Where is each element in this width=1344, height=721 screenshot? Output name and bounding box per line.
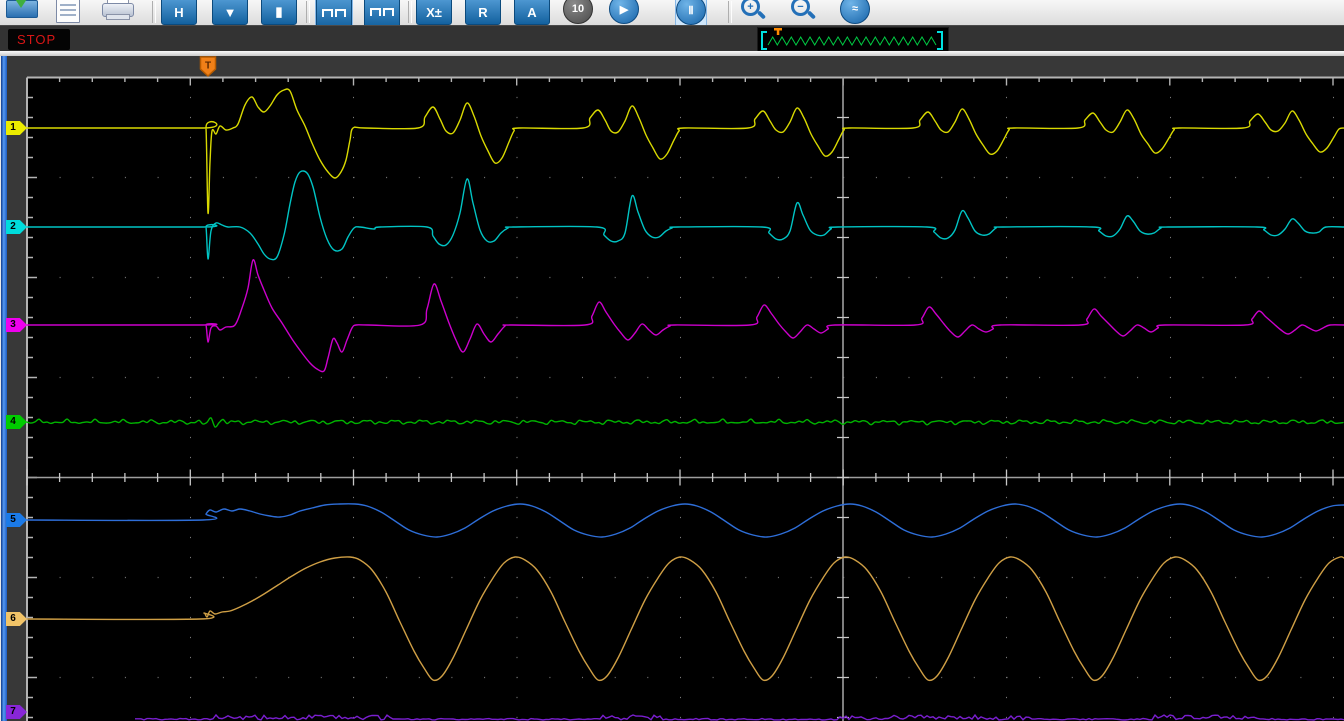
toolbar-separator	[408, 1, 412, 23]
single-view-icon	[316, 0, 352, 26]
trigger-setup-button[interactable]: ▮	[261, 0, 297, 25]
probe-10x-button[interactable]: 10	[563, 0, 593, 25]
channel-6-trace	[27, 557, 1344, 681]
zoom-in-icon: +	[738, 0, 768, 24]
single-view-button[interactable]	[315, 0, 353, 26]
trigger-setup-icon: ▮	[261, 0, 297, 25]
zoom-out-icon: −	[788, 0, 818, 24]
channel-6-flag-label: 6	[6, 612, 20, 626]
toolbar-separator	[306, 1, 310, 23]
multi-view-icon	[364, 0, 400, 26]
vertical-setup-icon: ▼	[212, 0, 248, 25]
preview-waveform	[768, 37, 936, 45]
channel-1-trace	[27, 89, 1344, 214]
horizontal-setup-icon: H	[161, 0, 197, 25]
save-icon	[56, 0, 80, 23]
preview-right-bracket-handle[interactable]	[937, 32, 942, 49]
toolbar-separator	[152, 1, 156, 23]
auto-arrange-icon: ≈	[840, 0, 870, 24]
channel-3-flag-label: 3	[6, 318, 20, 332]
channel-3-trace	[27, 260, 1344, 372]
math-channel-button[interactable]: X±	[416, 0, 452, 25]
auto-arrange-button[interactable]: ≈	[840, 0, 870, 25]
main-toolbar: H ▼ ▮ X± RA 10 ▶ Ⅱ +−≈	[0, 0, 1344, 26]
scope-display-area[interactable]: T 1 2 3 4 5 6 7	[0, 56, 1344, 721]
annotation-icon: A	[514, 0, 550, 25]
probe-10x-icon: 10	[563, 0, 593, 24]
reference-waveform-button[interactable]: R	[465, 0, 501, 25]
vertical-setup-button[interactable]: ▼	[212, 0, 248, 25]
acquisition-status-stop-button[interactable]: STOP	[8, 29, 70, 50]
multi-view-button[interactable]	[364, 0, 400, 25]
oscilloscope-app: { "window": {"width": 1344, "height": 72…	[0, 0, 1344, 721]
preview-trigger-marker-stem	[777, 28, 780, 35]
print-button[interactable]	[100, 0, 134, 25]
open-file-icon	[4, 0, 38, 24]
waveform-canvas[interactable]: T	[0, 56, 1344, 721]
channel-1-flag-label: 1	[6, 121, 20, 135]
zoom-out-button[interactable]: −	[788, 0, 818, 25]
zoom-in-button[interactable]: +	[738, 0, 768, 25]
save-button[interactable]	[56, 0, 80, 25]
channel-7-trace	[135, 715, 1344, 720]
toolbar-separator	[728, 1, 732, 23]
math-channel-icon: X±	[416, 0, 452, 25]
channel-4-flag-label: 4	[6, 415, 20, 429]
stop-label: STOP	[8, 32, 56, 47]
channel-4-trace	[27, 418, 1343, 427]
annotation-button[interactable]: A	[514, 0, 550, 25]
print-icon	[100, 0, 134, 24]
channel-7-flag-label: 7	[6, 705, 20, 719]
graticule-dots	[27, 78, 1334, 718]
status-bar: STOP	[0, 25, 1344, 52]
trigger-overview-waveform	[758, 28, 946, 50]
pause-icon: Ⅱ	[676, 0, 706, 25]
run-icon: ▶	[609, 0, 639, 24]
open-file-button[interactable]	[4, 0, 38, 25]
channel-2-flag-label: 2	[6, 220, 20, 234]
preview-left-bracket-handle[interactable]	[762, 32, 767, 49]
channel-2-trace	[27, 171, 1344, 260]
channel-5-flag-label: 5	[6, 513, 20, 527]
pause-button[interactable]: Ⅱ	[675, 0, 707, 26]
horizontal-setup-button[interactable]: H	[161, 0, 197, 25]
channel-5-trace	[27, 504, 1344, 537]
trigger-marker-label: T	[205, 61, 211, 72]
reference-waveform-icon: R	[465, 0, 501, 25]
trigger-overview-bar[interactable]	[757, 27, 949, 53]
run-button[interactable]: ▶	[609, 0, 639, 25]
